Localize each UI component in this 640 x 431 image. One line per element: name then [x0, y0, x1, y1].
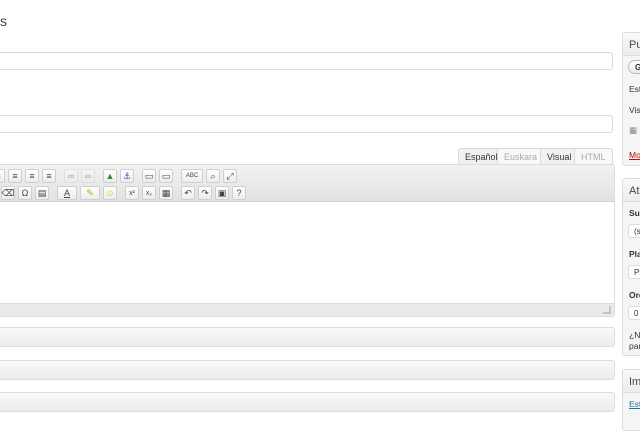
font-color-icon[interactable]: A [57, 186, 77, 200]
page-heading-fragment: s [0, 13, 7, 29]
help-text-line1: ¿Ne [629, 330, 640, 340]
toolbar-row-2: ⌫ Ω ▤ A ✎ ☺ x² x₂ ▦ ↶ ↷ ▣ ? [1, 184, 249, 202]
move-trash-link[interactable]: Mo [629, 150, 640, 160]
publish-title: Pu [629, 39, 640, 51]
template-label: Pla [629, 249, 640, 259]
redo-icon[interactable]: ↷ [198, 186, 212, 200]
toolbar-row-1: ≡ ≡ ≡ ≡ ∞ ∞ ▲ ⚓ ▭ ▭ ABC ⌕ ⤢ [0, 167, 240, 185]
metabox-2[interactable] [0, 360, 615, 380]
spellcheck-icon[interactable]: ABC [181, 169, 203, 183]
link-icon[interactable]: ∞ [64, 169, 78, 183]
subscript-icon[interactable]: x₂ [142, 186, 156, 200]
tab-visual[interactable]: Visual [540, 148, 579, 165]
rich-text-editor[interactable]: ≡ ≡ ≡ ≡ ∞ ∞ ▲ ⚓ ▭ ▭ ABC ⌕ ⤢ ⌫ Ω ▤ A ✎ ☺ [0, 164, 615, 317]
align-right-icon[interactable]: ≡ [42, 169, 56, 183]
attributes-title: Atr [629, 185, 640, 197]
order-label: Ord [629, 290, 640, 300]
title-input[interactable] [0, 52, 613, 70]
resize-handle-icon[interactable] [603, 306, 611, 314]
undo-icon[interactable]: ↶ [181, 186, 195, 200]
parent-label: Sup [629, 208, 640, 218]
page-break-icon[interactable]: ▭ [142, 169, 156, 183]
insert-icon[interactable]: ▣ [215, 186, 229, 200]
superscript-icon[interactable]: x² [125, 186, 139, 200]
save-draft-button[interactable]: G [628, 60, 640, 74]
order-input[interactable]: 0 [628, 306, 640, 320]
paste-word-icon[interactable]: ▤ [35, 186, 49, 200]
secondary-input[interactable] [0, 115, 613, 133]
help-text-line2: pan [629, 341, 640, 351]
editor-status-bar [0, 303, 614, 316]
print-icon[interactable]: ▭ [159, 169, 173, 183]
featured-image-title: Im [629, 376, 640, 388]
highlight-icon[interactable]: ✎ [80, 186, 100, 200]
template-select[interactable]: Pl [628, 265, 640, 279]
help-icon[interactable]: ? [232, 186, 246, 200]
align-left-icon[interactable]: ≡ [8, 169, 22, 183]
parent-select[interactable]: (s [628, 224, 640, 238]
tab-euskara[interactable]: Euskara [497, 148, 545, 165]
tab-html[interactable]: HTML [574, 148, 613, 165]
featured-image-box: Im Est [622, 369, 640, 431]
fullscreen-icon[interactable]: ⤢ [223, 169, 237, 183]
eraser-icon[interactable]: ⌫ [1, 186, 15, 200]
omega-icon[interactable]: Ω [18, 186, 32, 200]
metabox-3[interactable] [0, 392, 615, 412]
visibility-label: Visi [629, 105, 640, 115]
image-icon[interactable]: ▲ [103, 169, 117, 183]
align-center-icon[interactable]: ≡ [25, 169, 39, 183]
smiley-icon[interactable]: ☺ [103, 186, 117, 200]
anchor-icon[interactable]: ⚓ [120, 169, 134, 183]
status-label: Est [629, 84, 640, 94]
media-icon[interactable]: ▦ [159, 186, 173, 200]
editor-toolbar: ≡ ≡ ≡ ≡ ∞ ∞ ▲ ⚓ ▭ ▭ ABC ⌕ ⤢ ⌫ Ω ▤ A ✎ ☺ [0, 165, 614, 202]
unlink-icon[interactable]: ∞ [81, 169, 95, 183]
bullets-icon[interactable]: ≡ [0, 169, 5, 183]
calendar-icon: ▦ [629, 125, 638, 135]
set-featured-image-link[interactable]: Est [629, 399, 640, 409]
metabox-1[interactable] [0, 327, 615, 347]
find-icon[interactable]: ⌕ [206, 169, 220, 183]
attributes-box: Atr Sup (s Pla Pl Ord 0 ¿Ne pan [622, 178, 640, 356]
publish-box: Pu G Est Visi ▦ Mo [622, 32, 640, 166]
